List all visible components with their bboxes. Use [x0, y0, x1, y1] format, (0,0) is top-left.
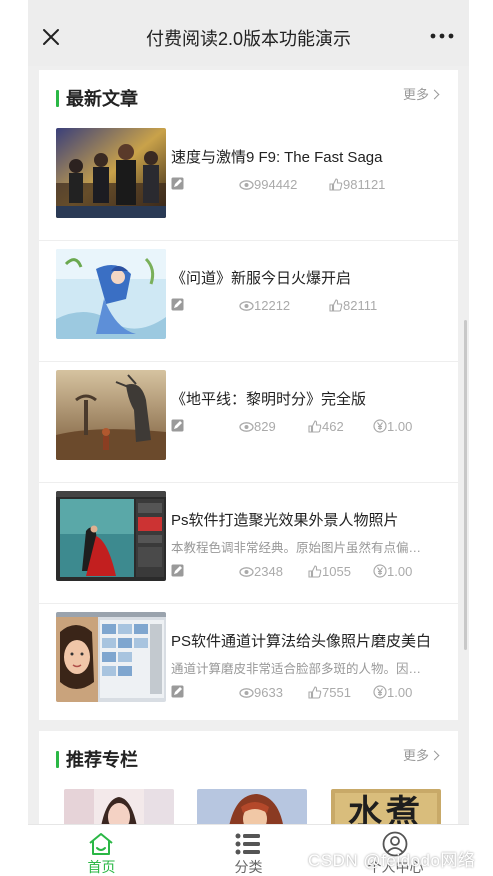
chevron-right-icon	[429, 750, 440, 761]
more-link[interactable]: 更多	[402, 86, 440, 104]
yen-coin-icon	[373, 564, 387, 578]
more-label: 更多	[402, 748, 429, 763]
eye-icon	[239, 422, 254, 432]
views-count: 829	[239, 418, 276, 436]
edit-icon	[171, 419, 184, 432]
thumbs-up-icon	[308, 686, 322, 699]
more-label: 更多	[402, 87, 429, 102]
chevron-right-icon	[429, 89, 440, 100]
article-meta: 12212 82111	[171, 297, 451, 315]
price-tag: 1.00	[373, 563, 412, 581]
article-title: Ps软件打造聚光效果外景人物照片	[171, 512, 399, 529]
article-meta: 2348 1055 1.00	[171, 563, 451, 581]
edit-icon	[171, 298, 184, 311]
article-item[interactable]: PS软件通道计算法给头像照片磨皮美白 通道计算磨皮非常适合脸部多斑的人物。因… …	[39, 604, 458, 725]
article-thumbnail	[56, 128, 166, 218]
thumbs-up-icon	[329, 178, 343, 191]
views-count: 994442	[239, 176, 297, 194]
yen-coin-icon	[373, 685, 387, 699]
eye-icon	[239, 301, 254, 311]
section-title: 最新文章	[66, 89, 138, 109]
latest-articles-section: 最新文章 更多 速度与激情9 F9: The Fast Saga 994442 …	[39, 70, 458, 720]
list-icon	[235, 833, 260, 855]
views-count: 9633	[239, 684, 283, 702]
price-tag: 1.00	[373, 684, 412, 702]
edit-icon	[171, 564, 184, 577]
section-header: 最新文章 更多	[39, 70, 458, 120]
article-title: 《地平线：黎明时分》完全版	[171, 391, 367, 408]
article-description: 通道计算磨皮非常适合脸部多斑的人物。因…	[171, 662, 422, 676]
article-meta: 829 462 1.00	[171, 418, 451, 436]
article-item[interactable]: 《问道》新服今日火爆开启 12212 82111	[39, 241, 458, 362]
views-count: 12212	[239, 297, 290, 315]
section-accent-bar	[56, 751, 59, 768]
eye-icon	[239, 688, 254, 698]
scrollbar[interactable]	[464, 320, 467, 650]
phone-screen: 付费阅读2.0版本功能演示 最新文章 更多 速度与激情9 F9: The Fas…	[28, 0, 469, 876]
article-title: 速度与激情9 F9: The Fast Saga	[171, 149, 383, 166]
edit-icon	[171, 177, 184, 190]
tab-home[interactable]: 首页	[28, 825, 175, 876]
price-tag: 1.00	[373, 418, 412, 436]
article-thumbnail	[56, 370, 166, 460]
thumbs-up-icon	[329, 299, 343, 312]
thumbs-up-icon	[308, 565, 322, 578]
article-title: PS软件通道计算法给头像照片磨皮美白	[171, 633, 432, 650]
section-accent-bar	[56, 90, 59, 107]
eye-icon	[239, 567, 254, 577]
watermark: CSDN @feidodo网络	[308, 851, 476, 870]
tab-category[interactable]: 分类	[175, 825, 322, 876]
page-title: 付费阅读2.0版本功能演示	[145, 29, 352, 49]
tab-label: 首页	[87, 859, 116, 875]
more-dots-icon[interactable]	[429, 26, 455, 46]
likes-count: 1055	[308, 563, 351, 581]
likes-count: 82111	[329, 297, 377, 315]
article-meta: 9633 7551 1.00	[171, 684, 451, 702]
article-item[interactable]: 速度与激情9 F9: The Fast Saga 994442 981121	[39, 120, 458, 241]
article-meta: 994442 981121	[171, 176, 451, 194]
article-title: 《问道》新服今日火爆开启	[171, 270, 352, 287]
section-header: 推荐专栏 更多	[39, 731, 458, 781]
likes-count: 981121	[329, 176, 385, 194]
tab-label: 分类	[234, 859, 263, 875]
top-nav-bar: 付费阅读2.0版本功能演示	[28, 0, 469, 66]
home-icon	[89, 833, 113, 855]
yen-coin-icon	[373, 419, 387, 433]
close-icon[interactable]	[38, 24, 64, 50]
more-link[interactable]: 更多	[402, 747, 440, 765]
eye-icon	[239, 180, 254, 190]
likes-count: 7551	[308, 684, 351, 702]
article-thumbnail	[56, 612, 166, 702]
likes-count: 462	[308, 418, 344, 436]
thumbs-up-icon	[308, 420, 322, 433]
article-item[interactable]: 《地平线：黎明时分》完全版 829 462 1.00	[39, 362, 458, 483]
article-thumbnail	[56, 491, 166, 581]
section-title: 推荐专栏	[66, 750, 138, 770]
article-description: 本教程色调非常经典。原始图片虽然有点偏…	[171, 541, 422, 555]
article-thumbnail	[56, 249, 166, 339]
edit-icon	[171, 685, 184, 698]
article-item[interactable]: Ps软件打造聚光效果外景人物照片 本教程色调非常经典。原始图片虽然有点偏… 23…	[39, 483, 458, 604]
views-count: 2348	[239, 563, 283, 581]
